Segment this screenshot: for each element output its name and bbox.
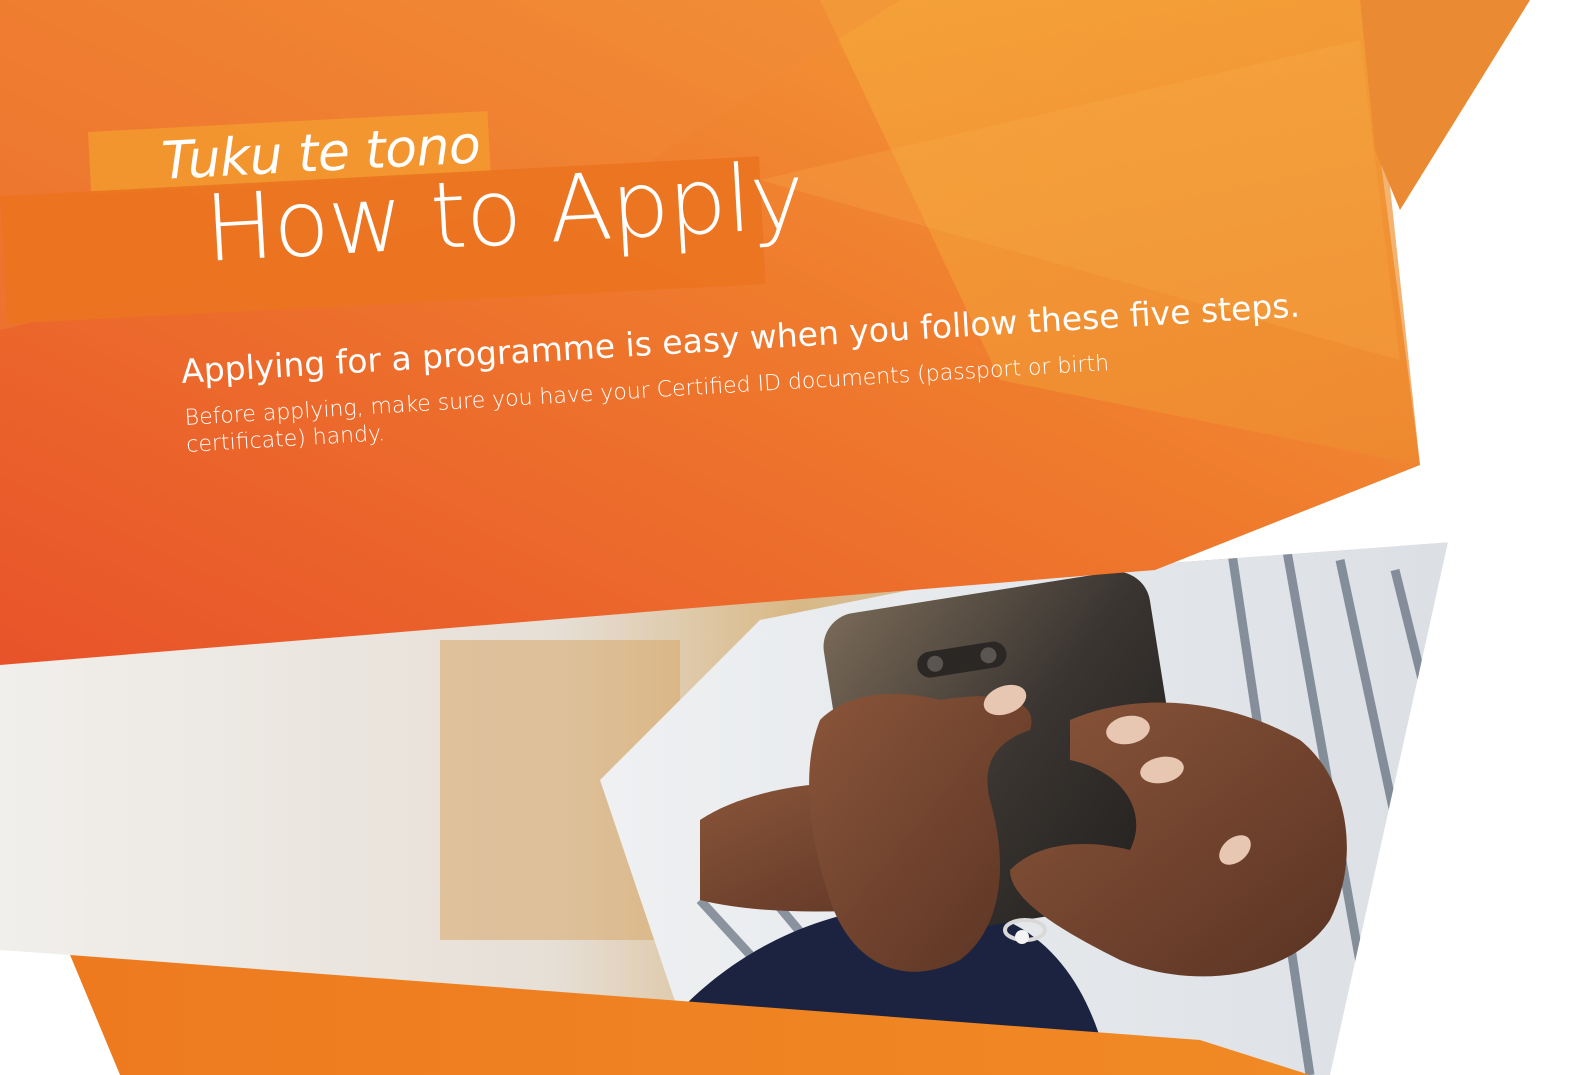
headline-group: Tuku te tono How to Apply Applying for a… — [0, 0, 1588, 1075]
brochure-page: Tuku te tono How to Apply Applying for a… — [0, 0, 1588, 1075]
